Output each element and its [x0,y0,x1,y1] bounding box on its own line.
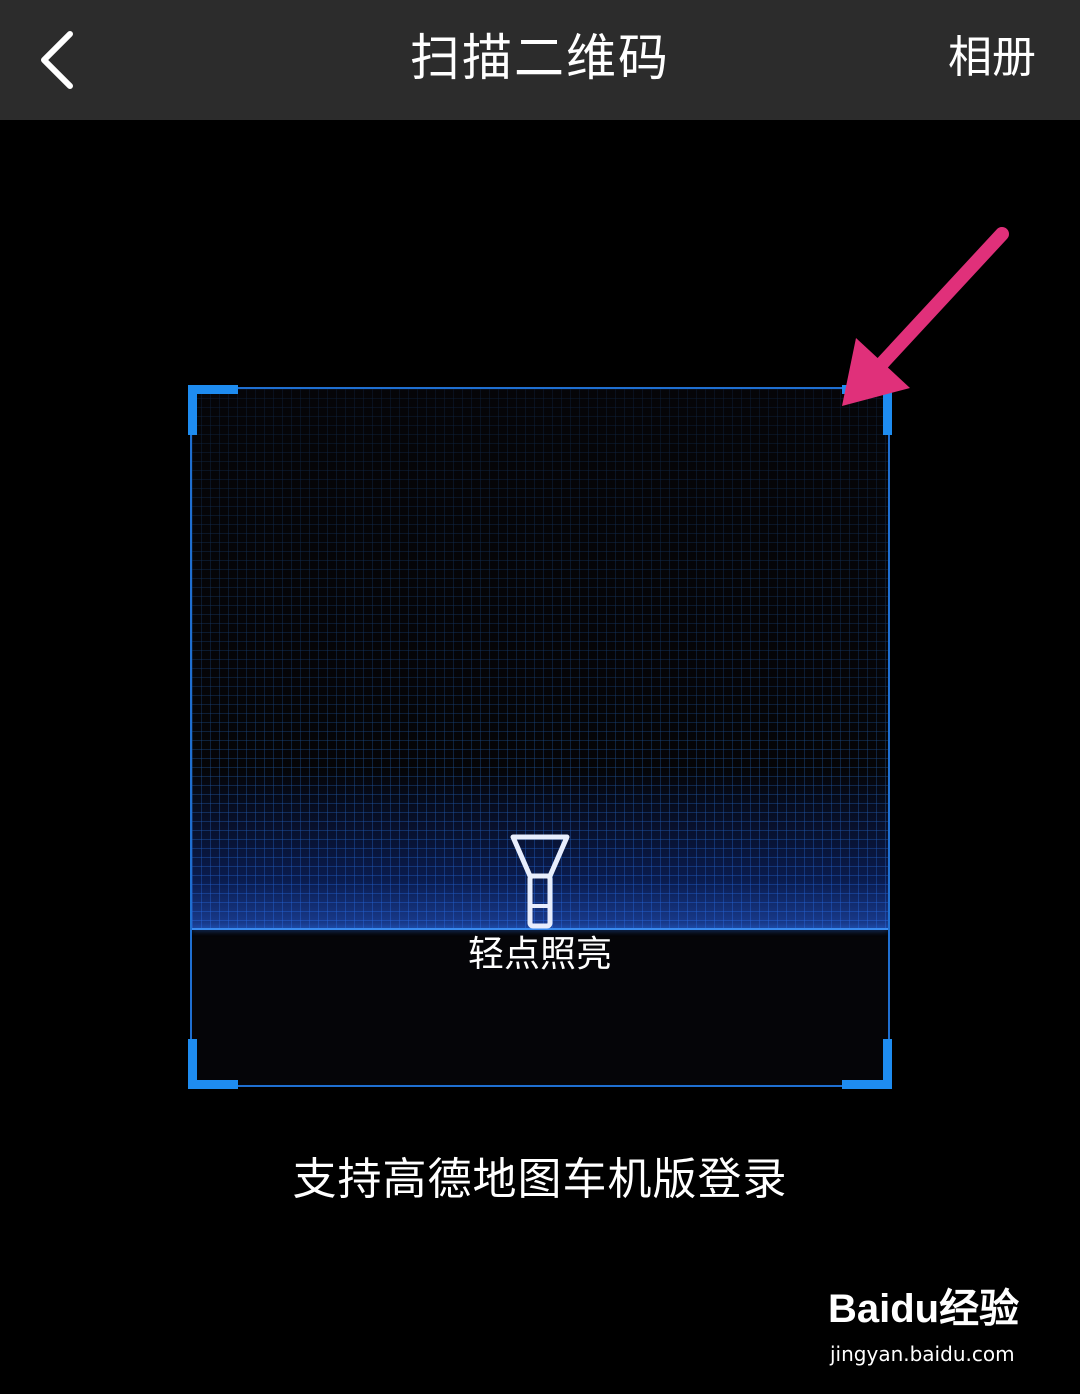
watermark-logo: Baidu经验 [828,1287,1020,1331]
scan-qr-screen: 扫描二维码 相册 轻点照亮 支持高德地图车机版登录 Baidu经验 jingya… [0,0,1080,1394]
flashlight-button[interactable]: 轻点照亮 [440,828,640,988]
nav-bar: 扫描二维码 相册 [0,0,1080,120]
page-title: 扫描二维码 [410,29,670,87]
frame-corner-bottom-right [842,1039,892,1089]
arrow-icon [842,227,1009,406]
watermark: Baidu经验 jingyan.baidu.com [828,1278,1048,1378]
watermark-url: jingyan.baidu.com [830,1342,1015,1366]
flashlight-icon [510,834,570,929]
album-button[interactable]: 相册 [948,30,1036,86]
frame-corner-top-left [188,385,238,435]
support-hint: 支持高德地图车机版登录 [292,1154,788,1205]
frame-corner-bottom-left [188,1039,238,1089]
flashlight-label: 轻点照亮 [467,934,612,975]
